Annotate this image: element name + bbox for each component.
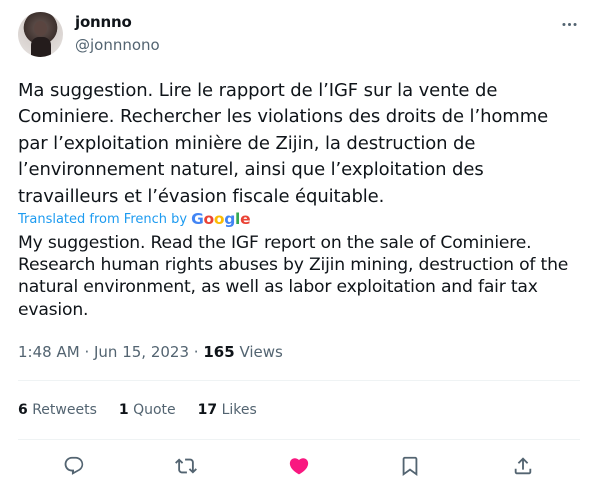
- reply-button[interactable]: [61, 453, 87, 479]
- tweet-detail: jonnno @jonnnono Ma suggestion. Lire le …: [0, 0, 598, 491]
- author-handle[interactable]: @jonnnono: [75, 36, 160, 54]
- quotes-stat[interactable]: 1 Quote: [119, 402, 176, 418]
- reply-icon: [63, 455, 85, 477]
- share-button[interactable]: [510, 453, 536, 479]
- divider: [18, 380, 580, 381]
- likes-label: Likes: [221, 402, 257, 418]
- likes-stat[interactable]: 17 Likes: [198, 402, 257, 418]
- more-horizontal-icon: [560, 15, 579, 34]
- author-display-name[interactable]: jonnno: [75, 13, 132, 31]
- views-label: Views: [239, 343, 283, 361]
- engagement-stats: 6 Retweets 1 Quote 17 Likes: [18, 402, 279, 418]
- meta-separator-2: ·: [193, 343, 199, 361]
- tweet-translation-text: My suggestion. Read the IGF report on th…: [18, 233, 569, 320]
- more-options-button[interactable]: [558, 14, 580, 34]
- quotes-count: 1: [118, 402, 129, 418]
- tweet-time[interactable]: 1:48 AM: [18, 343, 80, 361]
- action-bar: [0, 453, 598, 479]
- like-button[interactable]: [286, 453, 312, 479]
- translated-from-link[interactable]: Translated from French by Google: [18, 210, 251, 228]
- likes-count: 17: [197, 402, 218, 418]
- views-count: 165: [203, 343, 235, 361]
- bookmark-icon: [399, 455, 421, 477]
- avatar[interactable]: [18, 12, 63, 57]
- retweet-icon: [175, 455, 197, 477]
- tweet-metadata: 1:48 AM · Jun 15, 2023 · 165 Views: [18, 343, 283, 361]
- translated-label: Translated from French by: [18, 211, 188, 227]
- bookmark-button[interactable]: [397, 453, 423, 479]
- retweets-count: 6: [18, 402, 28, 418]
- meta-separator: ·: [84, 343, 90, 361]
- divider: [18, 439, 580, 440]
- retweet-button[interactable]: [173, 453, 199, 479]
- retweets-label: Retweets: [32, 402, 97, 418]
- quotes-label: Quote: [133, 402, 176, 418]
- share-icon: [512, 455, 534, 477]
- retweets-stat[interactable]: 6 Retweets: [18, 402, 97, 418]
- tweet-date[interactable]: Jun 15, 2023: [94, 343, 189, 361]
- google-logo: Google: [191, 210, 251, 228]
- heart-icon: [288, 455, 310, 477]
- tweet-original-text: Ma suggestion. Lire le rapport de l’IGF …: [18, 80, 549, 207]
